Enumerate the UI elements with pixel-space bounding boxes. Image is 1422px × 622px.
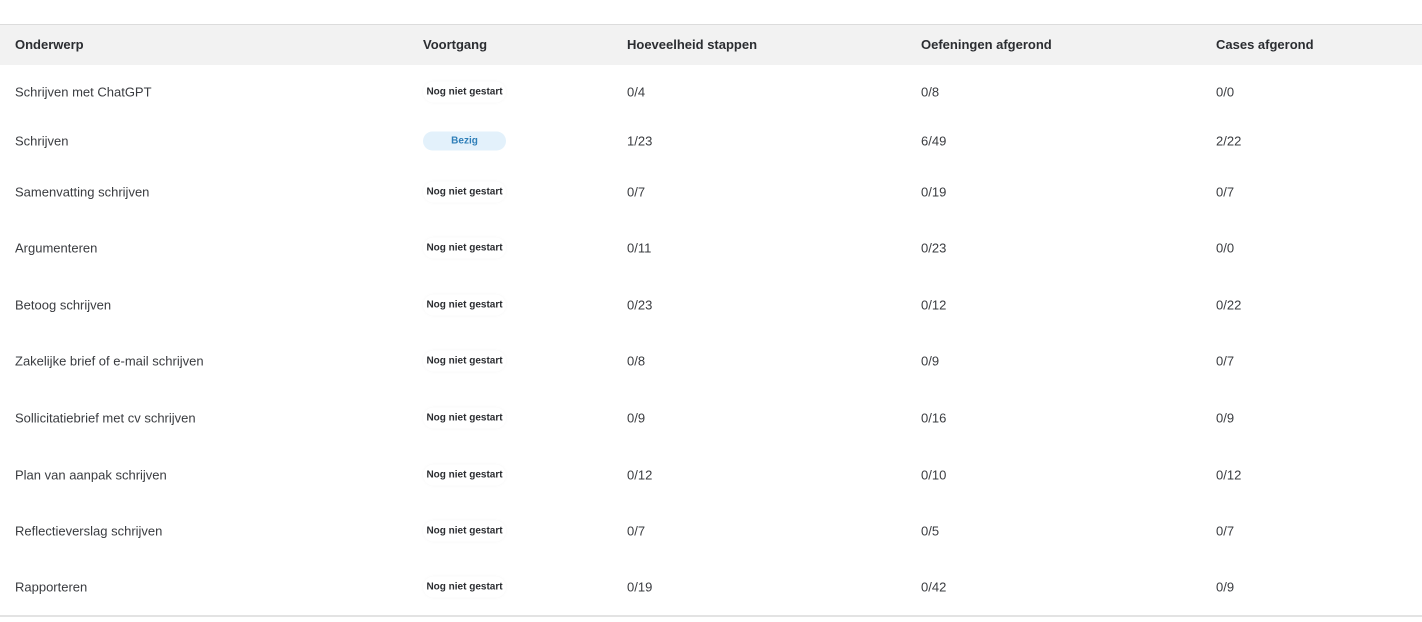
status-badge: Nog niet gestart <box>423 350 506 372</box>
steps-count: 0/7 <box>627 184 646 200</box>
table-header: Onderwerp Voortgang Hoeveelheid stappen … <box>0 25 1422 65</box>
cases-count: 0/7 <box>1216 353 1235 369</box>
status-badge: Nog niet gestart <box>423 576 506 598</box>
exercises-count: 0/42 <box>921 579 947 595</box>
header-cases[interactable]: Cases afgerond <box>1216 25 1314 65</box>
status-badge: Nog niet gestart <box>423 407 506 429</box>
topic-link[interactable]: Sollicitatiebrief met cv schrijven <box>15 411 196 426</box>
cases-count: 0/7 <box>1216 523 1235 539</box>
cases-count: 0/9 <box>1216 579 1235 595</box>
steps-count: 0/11 <box>627 240 652 256</box>
status-badge: Nog niet gestart <box>423 294 506 316</box>
exercises-count: 0/8 <box>921 84 940 100</box>
cases-count: 0/7 <box>1216 184 1235 200</box>
header-progress[interactable]: Voortgang <box>423 25 487 65</box>
status-badge: Nog niet gestart <box>423 237 506 259</box>
topic-link[interactable]: Plan van aanpak schrijven <box>15 468 167 483</box>
topic-link[interactable]: Samenvatting schrijven <box>15 185 149 200</box>
exercises-count: 0/19 <box>921 184 947 200</box>
table-row[interactable]: Argumenteren Nog niet gestart 0/11 0/23 0/0 <box>0 219 1422 277</box>
header-exercises[interactable]: Oefeningen afgerond <box>921 25 1052 65</box>
table-row[interactable]: Rapporteren Nog niet gestart 0/19 0/42 0/9 <box>0 559 1422 615</box>
exercises-count: 0/9 <box>921 353 940 369</box>
table-row[interactable]: Sollicitatiebrief met cv schrijven Nog ni… <box>0 389 1422 447</box>
cases-count: 0/0 <box>1216 84 1235 100</box>
exercises-count: 0/16 <box>921 410 947 426</box>
table-row[interactable]: Schrijven met ChatGPT Nog niet gestart 0/4… <box>0 65 1422 119</box>
cases-count: 2/22 <box>1216 133 1242 149</box>
steps-count: 0/8 <box>627 353 646 369</box>
header-topic[interactable]: Onderwerp <box>15 25 84 65</box>
topic-link[interactable]: Argumenteren <box>15 241 97 256</box>
steps-count: 0/12 <box>627 467 653 483</box>
exercises-count: 0/23 <box>921 240 947 256</box>
exercises-count: 6/49 <box>921 133 947 149</box>
steps-count: 0/23 <box>627 297 653 313</box>
progress-overview: Onderwerp Voortgang Hoeveelheid stappen … <box>0 0 1422 622</box>
status-badge: Bezig <box>423 131 506 151</box>
exercises-count: 0/10 <box>921 467 947 483</box>
steps-count: 0/4 <box>627 84 646 100</box>
cases-count: 0/9 <box>1216 410 1235 426</box>
topic-link[interactable]: Reflectieverslag schrijven <box>15 524 162 539</box>
status-badge: Nog niet gestart <box>423 520 506 542</box>
topic-link[interactable]: Schrijven met ChatGPT <box>15 85 152 100</box>
bottom-divider <box>0 615 1422 617</box>
cases-count: 0/0 <box>1216 240 1235 256</box>
cases-count: 0/22 <box>1216 297 1242 313</box>
exercises-count: 0/12 <box>921 297 947 313</box>
steps-count: 0/19 <box>627 579 653 595</box>
status-badge: Nog niet gestart <box>423 81 506 103</box>
steps-count: 1/23 <box>627 133 653 149</box>
topic-link[interactable]: Zakelijke brief of e-mail schrijven <box>15 354 204 369</box>
status-badge: Nog niet gestart <box>423 181 506 203</box>
topic-link[interactable]: Schrijven <box>15 134 68 149</box>
cases-count: 0/12 <box>1216 467 1242 483</box>
table-row[interactable]: Betoog schrijven Nog niet gestart 0/23 0/12… <box>0 277 1422 333</box>
status-badge: Nog niet gestart <box>423 464 506 486</box>
steps-count: 0/9 <box>627 410 646 426</box>
header-steps[interactable]: Hoeveelheid stappen <box>627 25 757 65</box>
table-row[interactable]: Zakelijke brief of e-mail schrijven Nog n… <box>0 333 1422 389</box>
topic-link[interactable]: Betoog schrijven <box>15 298 111 313</box>
steps-count: 0/7 <box>627 523 646 539</box>
table-row[interactable]: Schrijven Bezig 1/23 6/49 2/22 <box>0 117 1422 165</box>
topic-link[interactable]: Rapporteren <box>15 580 87 595</box>
table-row[interactable]: Plan van aanpak schrijven Nog niet gestar… <box>0 447 1422 503</box>
table-row[interactable]: Reflectieverslag schrijven Nog niet gesta… <box>0 503 1422 559</box>
table-row[interactable]: Samenvatting schrijven Nog niet gestart 0/… <box>0 165 1422 219</box>
exercises-count: 0/5 <box>921 523 940 539</box>
